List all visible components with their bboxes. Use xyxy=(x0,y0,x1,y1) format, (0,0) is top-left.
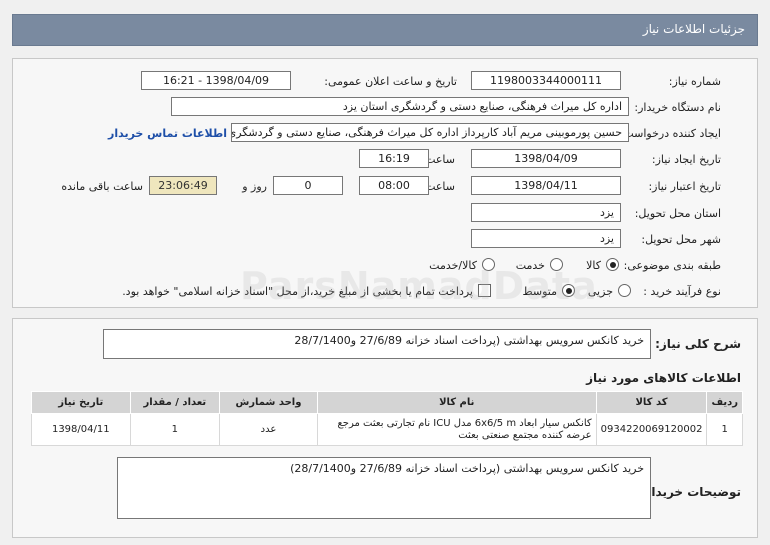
unit-cell: عدد xyxy=(219,413,318,446)
time-left-field: 23:06:49 xyxy=(149,176,217,195)
valid-time-label: ساعت xyxy=(425,180,455,193)
general-desc-label: شرح کلی نیاز: xyxy=(655,337,741,351)
created-date-field: 1398/04/09 xyxy=(471,149,621,168)
col-name-header: نام کالا xyxy=(316,391,597,414)
category-goods-service-label: کالا/خدمت xyxy=(429,259,477,272)
items-table-header: ردیف کد کالا نام کالا واحد شمارش تعداد /… xyxy=(31,391,743,414)
need-number-label: شماره نیاز: xyxy=(668,75,721,88)
treasury-checkbox[interactable] xyxy=(478,284,491,297)
page-title: جزئیات اطلاعات نیاز xyxy=(642,22,745,36)
days-left-field: 0 xyxy=(273,176,343,195)
delivery-province-label: استان محل تحویل: xyxy=(634,207,721,220)
buyer-notes-field: خرید کانکس سرویس بهداشتی (پرداخت اسناد خ… xyxy=(117,457,651,519)
process-type-label: نوع فرآیند خرید : xyxy=(643,285,721,298)
col-code-header: کد کالا xyxy=(595,391,708,414)
valid-time-field: 08:00 xyxy=(359,176,429,195)
announce-datetime-field: 1398/04/09 - 16:21 xyxy=(141,71,291,90)
announce-datetime-label: تاریخ و ساعت اعلان عمومی: xyxy=(324,75,457,88)
row-number-cell: 1 xyxy=(706,413,743,446)
items-section-title: اطلاعات کالاهای مورد نیاز xyxy=(586,371,741,385)
col-date-header: تاریخ نیاز xyxy=(31,391,131,414)
day-and-label: روز و xyxy=(242,180,267,193)
need-info-panel: شماره نیاز: 1198003344000111 تاریخ و ساع… xyxy=(12,58,758,308)
page-header: جزئیات اطلاعات نیاز xyxy=(12,14,758,46)
requester-label: ایجاد کننده درخواست: xyxy=(619,127,721,140)
item-code-cell: 0934220069120002 xyxy=(595,413,708,446)
created-time-field: 16:19 xyxy=(359,149,429,168)
process-minor-radio[interactable] xyxy=(618,284,631,297)
created-date-label: تاریخ ایجاد نیاز: xyxy=(651,153,721,166)
category-goods-label: کالا xyxy=(586,259,601,272)
category-service-label: خدمت xyxy=(515,259,545,272)
category-service-radio[interactable] xyxy=(550,258,563,271)
remaining-label: ساعت باقی مانده xyxy=(61,180,143,193)
delivery-city-label: شهر محل تحویل: xyxy=(641,233,721,246)
valid-date-field: 1398/04/11 xyxy=(471,176,621,195)
buyer-notes-label: توضیحات خریدار: xyxy=(639,485,741,499)
item-name-cell: کانکس سیار ابعاد 6x6/5 m مدل ICU نام تجا… xyxy=(316,413,597,446)
col-unit-header: واحد شمارش xyxy=(219,391,318,414)
category-goods-service-radio[interactable] xyxy=(482,258,495,271)
delivery-province-field: یزد xyxy=(471,203,621,222)
items-table: ردیف کد کالا نام کالا واحد شمارش تعداد /… xyxy=(31,391,743,446)
process-medium-radio[interactable] xyxy=(562,284,575,297)
category-goods-radio[interactable] xyxy=(606,258,619,271)
table-row: 1 0934220069120002 کانکس سیار ابعاد 6x6/… xyxy=(31,413,743,446)
buyer-org-field: اداره کل میراث فرهنگی، صنایع دستی و گردش… xyxy=(171,97,629,116)
treasury-note: پرداخت تمام یا بخشی از مبلغ خرید،از محل … xyxy=(122,285,473,298)
col-row-header: ردیف xyxy=(706,391,743,414)
buyer-contact-link[interactable]: اطلاعات تماس خریدار xyxy=(108,127,227,140)
delivery-city-field: یزد xyxy=(471,229,621,248)
valid-date-label: تاریخ اعتبار نیاز: xyxy=(648,180,721,193)
quantity-cell: 1 xyxy=(129,413,221,446)
process-minor-label: جزیی xyxy=(587,285,613,298)
need-number-field: 1198003344000111 xyxy=(471,71,621,90)
category-label: طبقه بندی موضوعی: xyxy=(623,259,721,272)
need-description-panel: شرح کلی نیاز: خرید کانکس سرویس بهداشتی (… xyxy=(12,318,758,538)
requester-field: حسین پورموبینی مریم آباد کارپرداز اداره … xyxy=(231,123,629,142)
general-desc-field: خرید کانکس سرویس بهداشتی (پرداخت اسناد خ… xyxy=(103,329,651,359)
col-qty-header: تعداد / مقدار xyxy=(129,391,221,414)
process-medium-label: متوسط xyxy=(522,285,557,298)
created-time-label: ساعت xyxy=(425,153,455,166)
need-date-cell: 1398/04/11 xyxy=(31,413,131,446)
buyer-org-label: نام دستگاه خریدار: xyxy=(634,101,721,114)
